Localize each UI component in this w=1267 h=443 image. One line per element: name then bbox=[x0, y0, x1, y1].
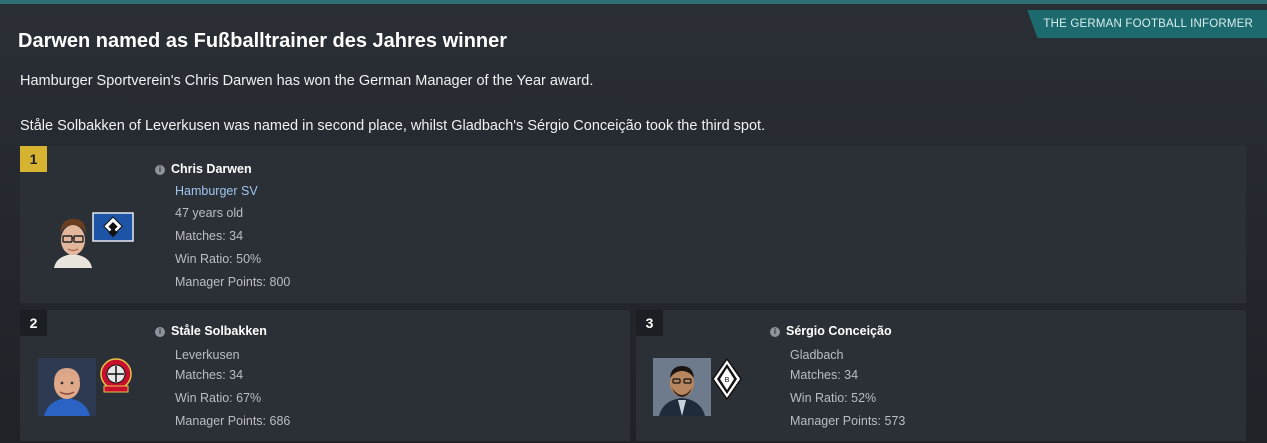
article-paragraph-1: Hamburger Sportverein's Chris Darwen has… bbox=[20, 73, 594, 89]
article-headline: Darwen named as Fußballtrainer des Jahre… bbox=[18, 30, 508, 52]
winner-card-third: 3 B i Sérgio Conceição Gladbach Matches:… bbox=[636, 310, 1246, 441]
news-source-tab[interactable]: THE GERMAN FOOTBALL INFORMER bbox=[1027, 10, 1267, 38]
hsv-club-badge-icon[interactable] bbox=[92, 212, 134, 247]
info-icon[interactable]: i bbox=[155, 327, 165, 337]
leverkusen-club-badge-icon[interactable] bbox=[96, 358, 136, 399]
rank-badge: 1 bbox=[20, 146, 47, 172]
rank-badge: 3 bbox=[636, 310, 663, 336]
manager-points: Manager Points: 686 bbox=[175, 414, 291, 428]
svg-text:B: B bbox=[725, 376, 730, 384]
info-icon[interactable]: i bbox=[155, 165, 165, 175]
manager-avatar[interactable] bbox=[653, 358, 711, 416]
gladbach-club-badge-icon[interactable]: B bbox=[712, 357, 742, 405]
manager-avatar[interactable] bbox=[38, 358, 96, 416]
winner-card-second: 2 i Ståle Solbakken Leverkusen Matches: … bbox=[20, 310, 630, 441]
manager-matches: Matches: 34 bbox=[175, 229, 244, 243]
manager-win-ratio: Win Ratio: 50% bbox=[175, 252, 262, 266]
manager-name[interactable]: Sérgio Conceição bbox=[786, 324, 892, 338]
manager-name[interactable]: Ståle Solbakken bbox=[171, 324, 267, 338]
manager-points: Manager Points: 573 bbox=[790, 414, 906, 428]
manager-points: Manager Points: 800 bbox=[175, 275, 291, 289]
news-article-panel: THE GERMAN FOOTBALL INFORMER Darwen name… bbox=[0, 0, 1267, 443]
manager-win-ratio: Win Ratio: 52% bbox=[790, 391, 877, 405]
manager-matches: Matches: 34 bbox=[790, 368, 859, 382]
article-paragraph-2: Ståle Solbakken of Leverkusen was named … bbox=[20, 118, 766, 134]
rank-badge: 2 bbox=[20, 310, 47, 336]
manager-age: 47 years old bbox=[175, 206, 244, 220]
manager-matches: Matches: 34 bbox=[175, 368, 244, 382]
manager-club-link[interactable]: Hamburger SV bbox=[175, 184, 258, 198]
winner-card-first: 1 i Chris Darwen Hamburger SV 47 years o… bbox=[20, 146, 1246, 303]
manager-win-ratio: Win Ratio: 67% bbox=[175, 391, 262, 405]
manager-club[interactable]: Leverkusen bbox=[175, 348, 240, 362]
manager-club[interactable]: Gladbach bbox=[790, 348, 844, 362]
info-icon[interactable]: i bbox=[770, 327, 780, 337]
manager-name[interactable]: Chris Darwen bbox=[171, 162, 252, 176]
